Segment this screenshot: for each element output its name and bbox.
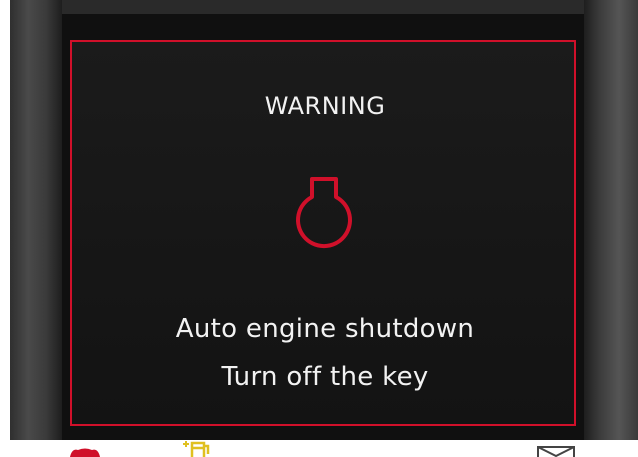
left-bezel <box>10 0 62 440</box>
envelope-icon <box>537 446 575 457</box>
warning-title: WARNING <box>264 92 386 120</box>
fuel-pump-icon <box>183 441 210 457</box>
red-warning-icon <box>70 448 100 457</box>
warning-panel: WARNING Auto engine shutdown Turn off th… <box>70 40 576 426</box>
warning-message-line-2: Turn off the key <box>221 362 429 392</box>
right-bezel <box>584 0 638 440</box>
warning-message-line-1: Auto engine shutdown <box>175 314 475 344</box>
top-bezel <box>62 0 584 14</box>
status-strip <box>10 440 638 457</box>
engine-oil-pressure-icon <box>296 177 352 248</box>
